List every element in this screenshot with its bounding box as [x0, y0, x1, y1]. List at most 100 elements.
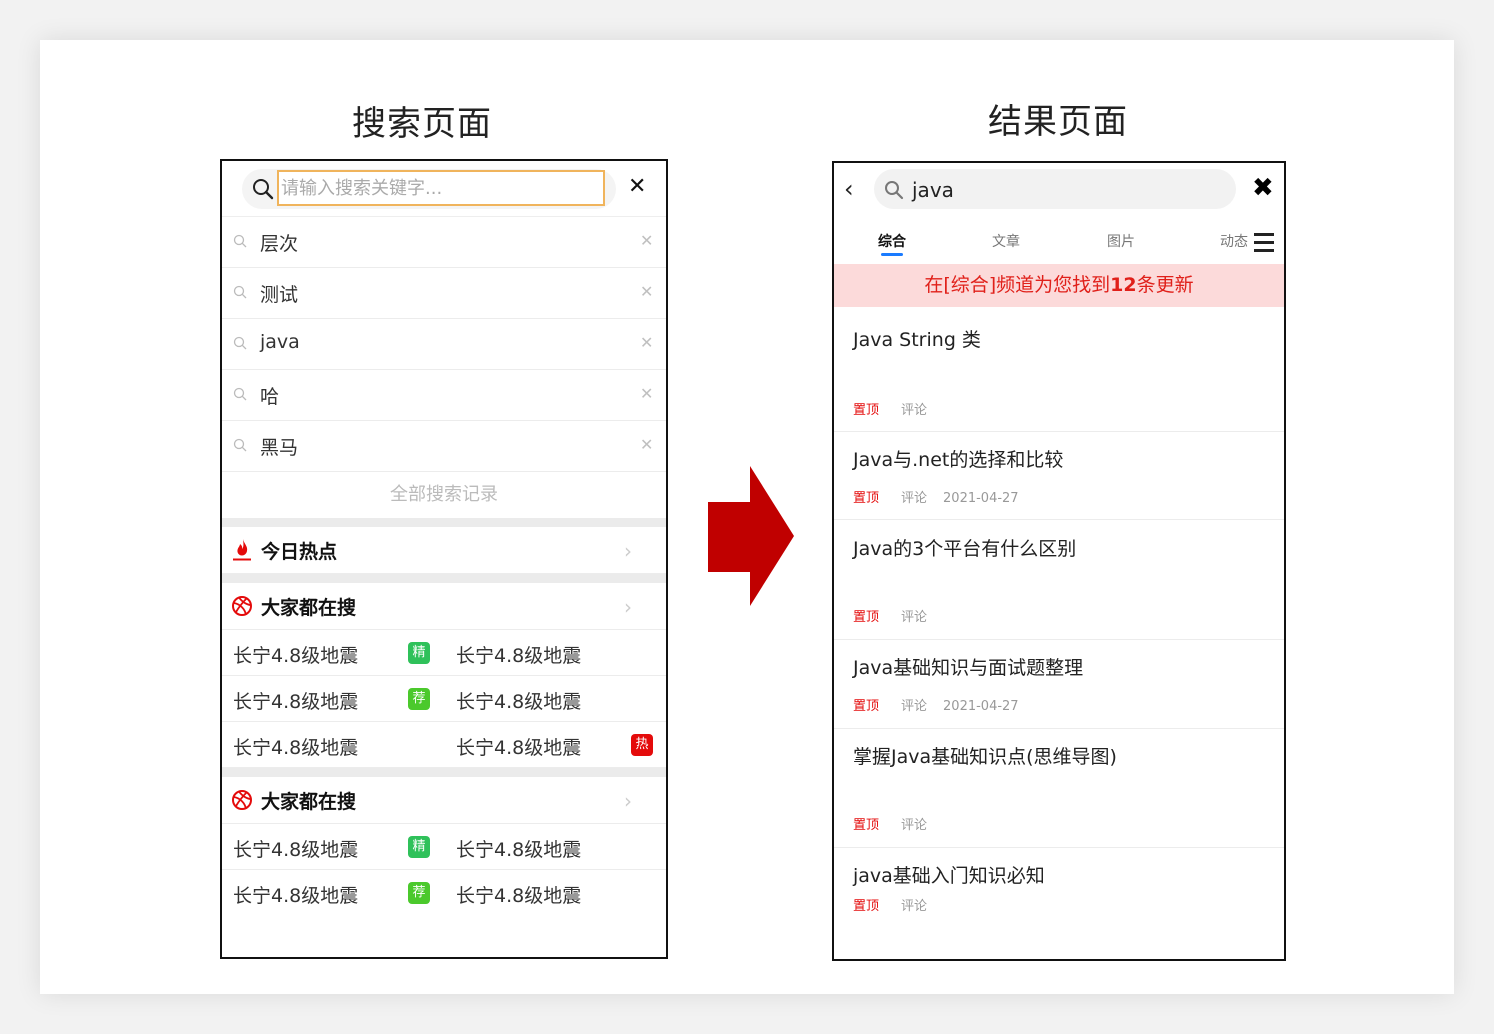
article-title: Java String 类: [853, 329, 981, 351]
hot-row: 长宁4.8级地震 荐 长宁4.8级地震: [222, 870, 666, 916]
popular-search-section[interactable]: 大家都在搜 ›: [222, 777, 666, 824]
hot-item-link[interactable]: 长宁4.8级地震: [456, 835, 581, 862]
all-records-button[interactable]: 全部搜索记录: [222, 472, 666, 518]
article-item[interactable]: Java基础知识与面试题整理 置顶 评论 2021-04-27: [834, 640, 1284, 729]
pin-label: 置顶: [853, 491, 880, 506]
article-meta: 置顶 评论: [853, 814, 943, 833]
delete-icon[interactable]: ✕: [640, 282, 653, 301]
chevron-right-icon: ›: [624, 789, 632, 813]
article-item[interactable]: Java String 类 置顶 评论: [834, 307, 1284, 432]
search-query-text[interactable]: java: [912, 178, 954, 202]
history-item[interactable]: 测试 ✕: [222, 268, 666, 319]
result-banner: 在[综合]频道为您找到12条更新: [834, 264, 1284, 307]
history-item[interactable]: 层次 ✕: [222, 217, 666, 268]
section-title: 大家都在搜: [261, 791, 357, 813]
chevron-right-icon: ›: [624, 539, 632, 563]
banner-prefix: 在[综合]频道为您找到: [924, 274, 1111, 296]
article-date: 2021-04-27: [943, 699, 1019, 714]
history-item[interactable]: 黑马 ✕: [222, 421, 666, 472]
search-icon: [233, 387, 247, 401]
article-item[interactable]: Java与.net的选择和比较 置顶 评论 2021-04-27: [834, 432, 1284, 520]
flame-icon: [233, 539, 251, 561]
article-title: Java的3个平台有什么区别: [853, 538, 1077, 560]
divider: [222, 518, 666, 527]
comment-link[interactable]: 评论: [901, 818, 927, 833]
back-chevron-icon[interactable]: ‹: [844, 175, 854, 203]
delete-icon[interactable]: ✕: [640, 333, 653, 352]
channel-tabs: 综合 文章 图片 动态: [834, 219, 1284, 264]
recommend-badge: 荐: [408, 882, 430, 904]
hot-item-link[interactable]: 长宁4.8级地震: [233, 835, 358, 862]
tab-articles[interactable]: 文章: [992, 231, 1020, 251]
history-item[interactable]: java ✕: [222, 319, 666, 370]
close-icon[interactable]: ✖: [1252, 173, 1274, 203]
comment-link[interactable]: 评论: [901, 699, 927, 714]
article-title: Java基础知识与面试题整理: [853, 657, 1084, 679]
close-icon[interactable]: ✕: [628, 174, 646, 199]
hot-item-link[interactable]: 长宁4.8级地震: [233, 641, 358, 668]
article-meta: 置顶 评论 2021-04-27: [853, 487, 1019, 506]
result-search-bar: ‹ java ✖: [834, 163, 1284, 219]
menu-icon[interactable]: [1254, 228, 1274, 254]
history-item[interactable]: 哈 ✕: [222, 370, 666, 421]
hot-badge: 热: [631, 734, 653, 756]
pin-label: 置顶: [853, 818, 880, 833]
hot-row: 长宁4.8级地震 精 长宁4.8级地震: [222, 630, 666, 676]
delete-icon[interactable]: ✕: [640, 231, 653, 250]
search-input[interactable]: [277, 170, 605, 206]
section-title: 今日热点: [261, 541, 338, 563]
hot-item-link[interactable]: 长宁4.8级地震: [456, 687, 581, 714]
result-page-phone: ‹ java ✖ 综合 文章 图片 动态 在[综合]频道为您找到12条更新 Ja…: [832, 161, 1286, 961]
history-text: java: [260, 331, 300, 353]
tab-images[interactable]: 图片: [1107, 231, 1135, 251]
hot-item-link[interactable]: 长宁4.8级地震: [233, 733, 358, 760]
pin-label: 置顶: [853, 899, 880, 914]
search-page-phone: ✕ 层次 ✕ 测试 ✕ java ✕ 哈 ✕ 黑马 ✕ 全部搜索记录 今日热点 …: [220, 159, 668, 959]
hot-item-link[interactable]: 长宁4.8级地震: [233, 687, 358, 714]
search-icon: [233, 234, 247, 248]
search-bar: ✕: [222, 161, 666, 217]
history-text: 层次: [260, 233, 299, 255]
comment-link[interactable]: 评论: [901, 491, 927, 506]
article-meta: 置顶 评论 2021-04-27: [853, 695, 1019, 714]
recommend-badge: 荐: [408, 688, 430, 710]
divider: [222, 768, 666, 777]
article-meta: 置顶 评论: [853, 606, 943, 625]
basketball-icon: [232, 596, 252, 616]
article-meta: 置顶 评论: [853, 895, 943, 914]
hot-item-link[interactable]: 长宁4.8级地震: [456, 641, 581, 668]
banner-suffix: 条更新: [1136, 274, 1194, 296]
hot-item-link[interactable]: 长宁4.8级地震: [233, 881, 358, 908]
search-icon: [233, 336, 247, 350]
today-hot-section[interactable]: 今日热点 ›: [222, 527, 666, 574]
section-title: 大家都在搜: [261, 597, 357, 619]
hot-row: 长宁4.8级地震 精 长宁4.8级地震: [222, 824, 666, 870]
delete-icon[interactable]: ✕: [640, 435, 653, 454]
pin-label: 置顶: [853, 610, 880, 625]
history-text: 哈: [260, 386, 280, 408]
article-item[interactable]: java基础入门知识必知 置顶 评论: [834, 848, 1284, 948]
delete-icon[interactable]: ✕: [640, 384, 653, 403]
history-text: 黑马: [260, 437, 299, 459]
divider: [222, 574, 666, 583]
search-icon: [253, 179, 274, 200]
hot-item-link[interactable]: 长宁4.8级地震: [456, 733, 581, 760]
featured-badge: 精: [408, 642, 430, 664]
pin-label: 置顶: [853, 699, 880, 714]
comment-link[interactable]: 评论: [901, 899, 927, 914]
search-icon: [233, 285, 247, 299]
comment-link[interactable]: 评论: [901, 403, 927, 418]
featured-badge: 精: [408, 836, 430, 858]
article-item[interactable]: Java的3个平台有什么区别 置顶 评论: [834, 520, 1284, 640]
article-item[interactable]: 掌握Java基础知识点(思维导图) 置顶 评论: [834, 729, 1284, 848]
tab-updates[interactable]: 动态: [1220, 231, 1248, 251]
article-meta: 置顶 评论: [853, 399, 943, 418]
article-title: 掌握Java基础知识点(思维导图): [853, 746, 1117, 768]
hot-item-link[interactable]: 长宁4.8级地震: [456, 881, 581, 908]
article-date: 2021-04-27: [943, 491, 1019, 506]
pin-label: 置顶: [853, 403, 880, 418]
tab-comprehensive[interactable]: 综合: [878, 231, 906, 256]
banner-count: 12: [1110, 274, 1137, 296]
popular-search-section[interactable]: 大家都在搜 ›: [222, 583, 666, 630]
comment-link[interactable]: 评论: [901, 610, 927, 625]
